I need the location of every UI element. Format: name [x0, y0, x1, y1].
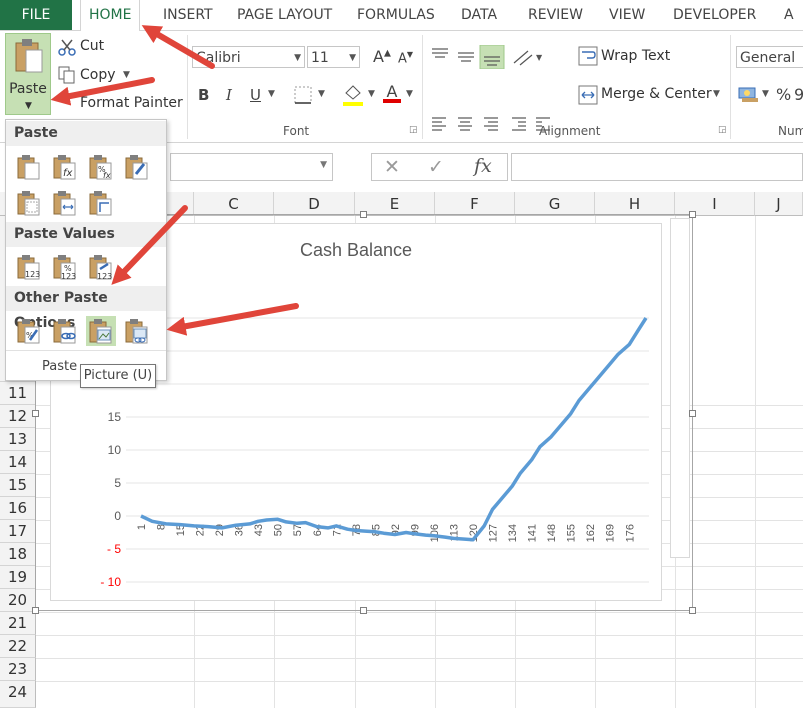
arrow-to-home-tab — [141, 25, 215, 69]
arrow-to-picture-option — [166, 303, 299, 336]
arrow-to-paste-values — [111, 205, 188, 285]
annotation-arrows — [50, 25, 299, 336]
arrow-to-paste-dropdown — [50, 77, 155, 106]
